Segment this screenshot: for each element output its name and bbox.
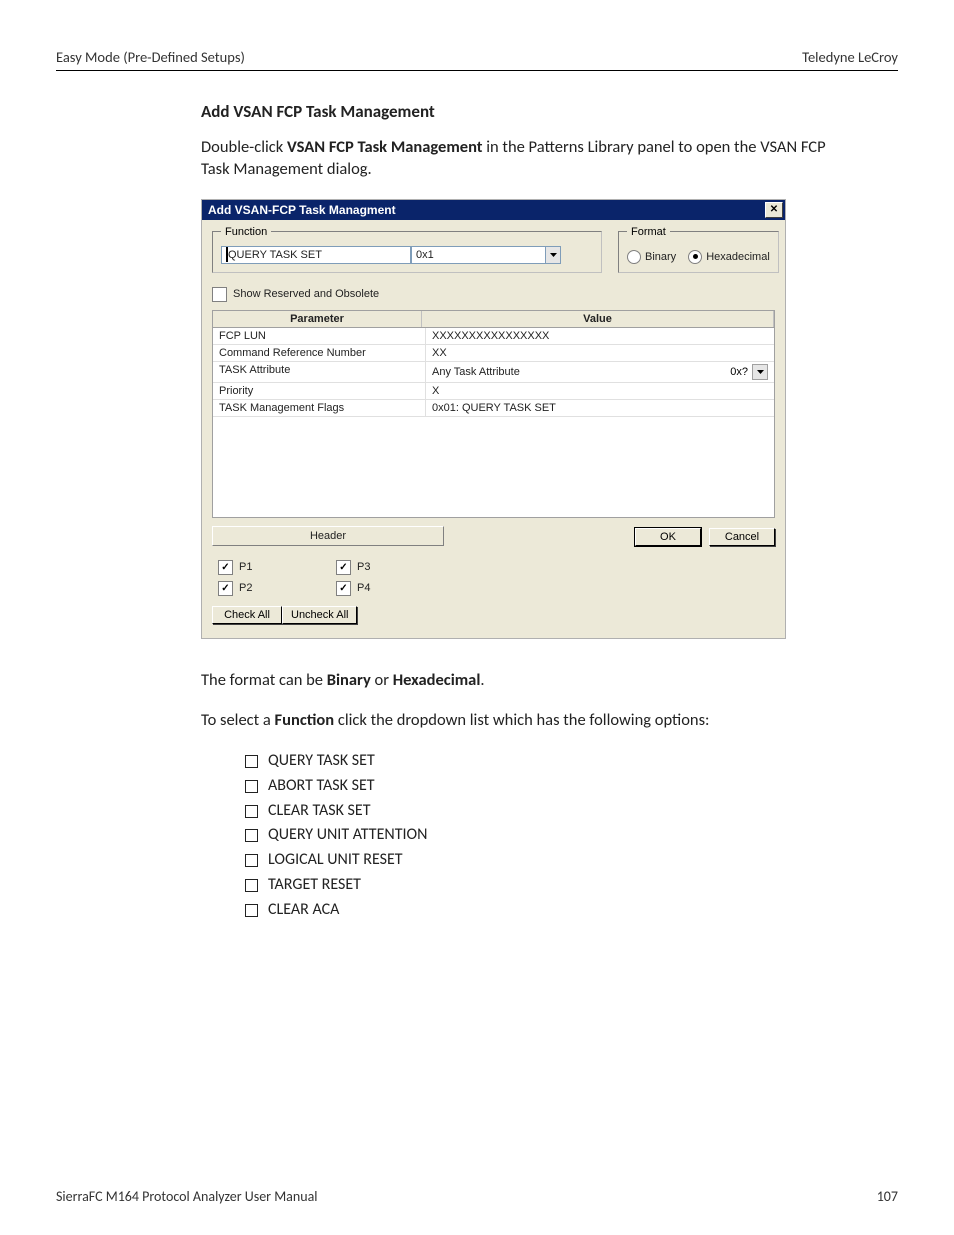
chevron-down-icon[interactable] <box>752 364 768 380</box>
port-p4-checkbox[interactable]: P4 <box>336 581 436 596</box>
list-item: TARGET RESET <box>245 873 838 898</box>
function-name-field[interactable]: ​QUERY TASK SET <box>221 246 411 264</box>
col-value: Value <box>422 311 774 327</box>
footer-left: SierraFC M164 Protocol Analyzer User Man… <box>56 1188 318 1205</box>
close-icon[interactable]: ✕ <box>765 202 783 218</box>
header-button[interactable]: Header <box>212 526 444 546</box>
list-item: CLEAR TASK SET <box>245 799 838 824</box>
list-item: ABORT TASK SET <box>245 774 838 799</box>
col-parameter: Parameter <box>213 311 422 327</box>
dialog-titlebar: Add VSAN-FCP Task Managment ✕ <box>202 200 785 220</box>
function-legend: Function <box>221 226 271 238</box>
header-left: Easy Mode (Pre-Defined Setups) <box>56 48 245 66</box>
table-row[interactable]: TASK Management Flags 0x01: QUERY TASK S… <box>213 400 774 417</box>
show-reserved-checkbox[interactable]: Show Reserved and Obsolete <box>212 287 775 302</box>
intro-paragraph: Double-click VSAN FCP Task Management in… <box>201 136 838 181</box>
format-hex-radio[interactable]: Hexadecimal <box>688 250 770 264</box>
page-header: Easy Mode (Pre-Defined Setups) Teledyne … <box>56 48 898 71</box>
uncheck-all-button[interactable]: Uncheck All <box>282 606 357 624</box>
function-sentence: To select a Function click the dropdown … <box>201 709 838 731</box>
port-p1-checkbox[interactable]: P1 <box>218 560 318 575</box>
function-options-list: QUERY TASK SET ABORT TASK SET CLEAR TASK… <box>201 749 838 923</box>
cancel-button[interactable]: Cancel <box>709 528 775 546</box>
format-group: Format Binary Hexadecimal <box>618 226 779 273</box>
list-item: QUERY UNIT ATTENTION <box>245 823 838 848</box>
format-sentence: The format can be Binary or Hexadecimal. <box>201 669 838 691</box>
vsan-fcp-dialog: Add VSAN-FCP Task Managment ✕ Function ​… <box>201 199 786 639</box>
function-code-field[interactable]: 0x1 <box>411 246 545 264</box>
function-code-dropdown[interactable]: 0x1 <box>411 246 561 264</box>
format-legend: Format <box>627 226 670 238</box>
parameter-grid: Parameter Value FCP LUN XXXXXXXXXXXXXXXX… <box>212 310 775 518</box>
list-item: CLEAR ACA <box>245 898 838 923</box>
page-footer: SierraFC M164 Protocol Analyzer User Man… <box>56 1188 898 1205</box>
footer-right: 107 <box>877 1188 898 1205</box>
list-item: QUERY TASK SET <box>245 749 838 774</box>
ok-button[interactable]: OK <box>635 528 701 546</box>
table-row[interactable]: TASK Attribute Any Task Attribute 0x? <box>213 362 774 383</box>
check-all-button[interactable]: Check All <box>212 606 282 624</box>
function-group: Function ​QUERY TASK SET 0x1 <box>212 226 602 273</box>
dialog-title: Add VSAN-FCP Task Managment <box>208 203 396 217</box>
table-row[interactable]: FCP LUN XXXXXXXXXXXXXXXX <box>213 328 774 345</box>
header-right: Teledyne LeCroy <box>802 48 898 66</box>
table-row[interactable]: Command Reference Number XX <box>213 345 774 362</box>
format-binary-radio[interactable]: Binary <box>627 250 676 264</box>
table-row[interactable]: Priority X <box>213 383 774 400</box>
port-p2-checkbox[interactable]: P2 <box>218 581 318 596</box>
section-title: Add VSAN FCP Task Management <box>201 101 838 122</box>
port-p3-checkbox[interactable]: P3 <box>336 560 436 575</box>
list-item: LOGICAL UNIT RESET <box>245 848 838 873</box>
chevron-down-icon[interactable] <box>545 246 561 264</box>
